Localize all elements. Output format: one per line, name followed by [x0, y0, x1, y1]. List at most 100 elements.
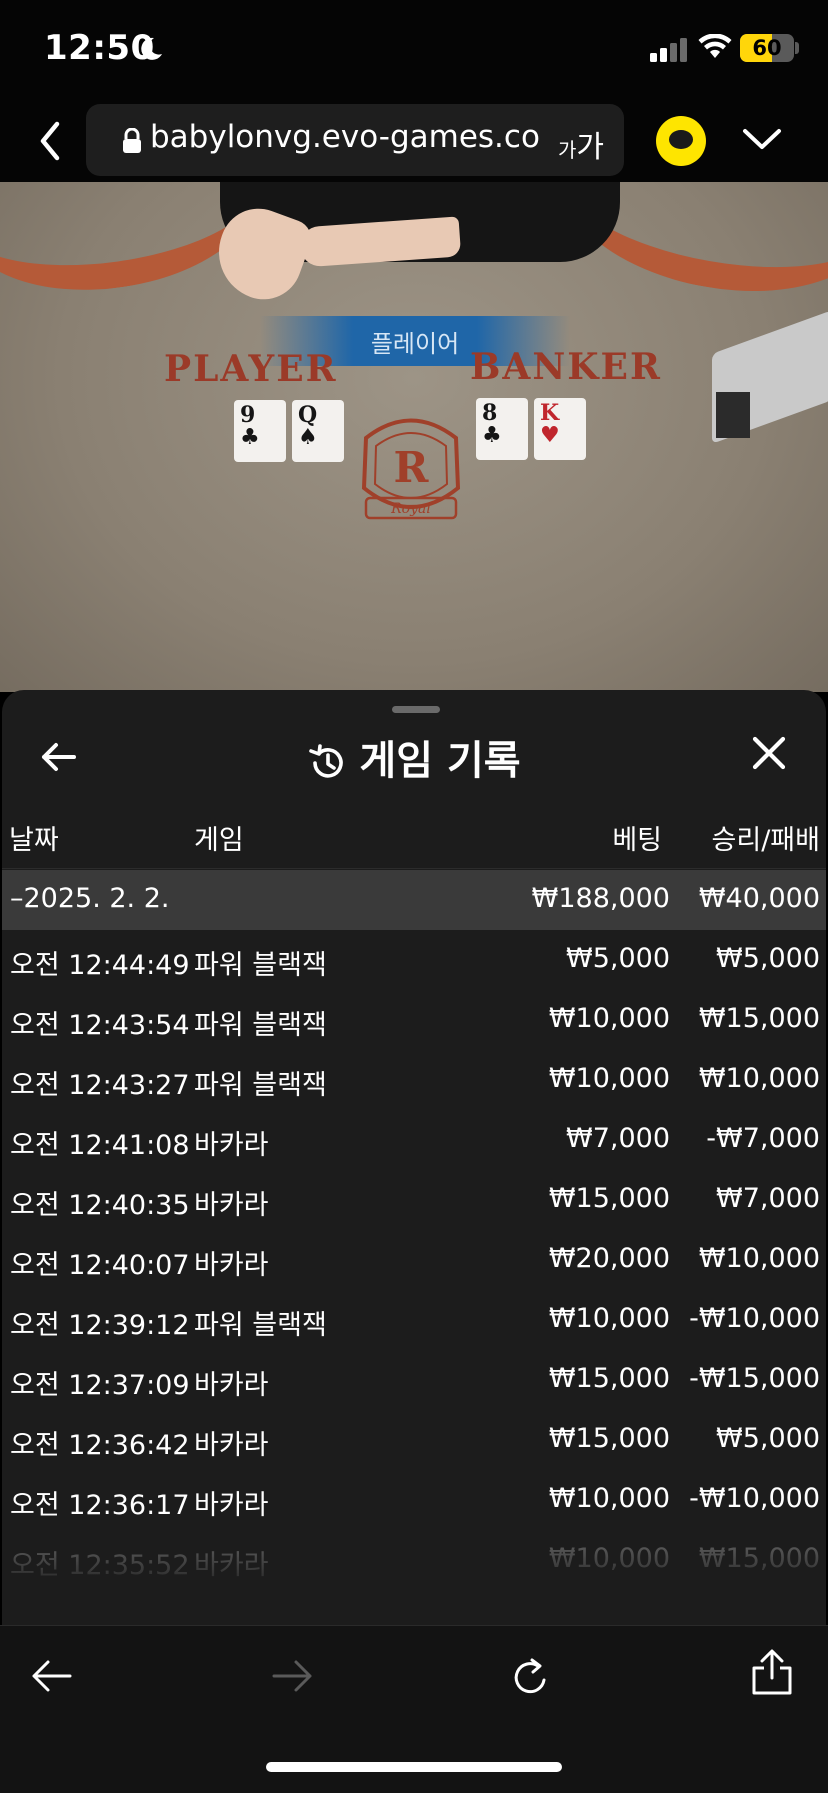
game-history-panel: 게임 기록 날짜 게임 베팅 승리/패배 –2025. 2. 2. ₩188,0… [2, 690, 826, 1625]
row-time: 오전 12:37:09 [10, 1370, 190, 1401]
playing-card: K ♥ [534, 398, 586, 460]
arrow-left-icon[interactable] [30, 1656, 74, 1696]
column-header-bet[interactable]: 베팅 [522, 818, 662, 857]
royal-logo: R Royal [361, 418, 461, 520]
text-size-button[interactable]: 가가 [558, 122, 604, 166]
row-time: 오전 12:40:35 [10, 1190, 190, 1221]
row-game: 바카라 [194, 1190, 269, 1221]
row-result: -₩15,000 [689, 1363, 820, 1394]
column-header-game[interactable]: 게임 [194, 818, 244, 857]
row-time: 오전 12:43:27 [10, 1070, 190, 1101]
row-game: 파워 블랙잭 [194, 1010, 327, 1041]
share-icon[interactable] [750, 1648, 794, 1696]
card-rank: 8 [482, 400, 498, 426]
table-row[interactable]: 오전 12:36:17 바카라 ₩10,000 -₩10,000 [2, 1470, 826, 1530]
battery-indicator: 60 [740, 34, 794, 62]
playing-card: 9 ♣ [234, 400, 286, 462]
row-result: -₩10,000 [689, 1483, 820, 1514]
date-group-label: –2025. 2. 2. [10, 883, 170, 914]
seal-letter: R [394, 443, 430, 492]
panel-title-text: 게임 기록 [359, 738, 521, 784]
table-row[interactable]: 오전 12:36:42 바카라 ₩15,000 ₩5,000 [2, 1410, 826, 1470]
card-suit: ♠ [298, 424, 318, 450]
card-rank: Q [298, 402, 318, 428]
table-row[interactable]: 오전 12:43:54 파워 블랙잭 ₩10,000 ₩15,000 [2, 990, 826, 1050]
table-row[interactable]: 오전 12:40:35 바카라 ₩15,000 ₩7,000 [2, 1170, 826, 1230]
row-game: 바카라 [194, 1490, 269, 1521]
live-game-video: 플레이어 PLAYER BANKER 9 ♣ Q ♠ 8 ♣ K ♥ R Royal [0, 182, 828, 692]
row-result: ₩15,000 [698, 1003, 820, 1034]
row-result: ₩10,000 [698, 1243, 820, 1274]
history-clock-icon [309, 744, 344, 778]
chevron-left-icon[interactable] [30, 116, 70, 166]
chevron-down-icon[interactable] [742, 126, 782, 152]
table-row[interactable]: 오전 12:43:27 파워 블랙잭 ₩10,000 ₩10,000 [2, 1050, 826, 1110]
url-text: babylonvg.evo-games.com [150, 119, 542, 155]
close-icon[interactable] [752, 736, 786, 770]
lock-icon [123, 128, 141, 153]
arrow-right-icon [272, 1660, 312, 1692]
kakaotalk-icon[interactable] [656, 116, 706, 166]
address-bar[interactable]: babylonvg.evo-games.com 가가 [86, 104, 624, 176]
text-size-large: 가 [576, 130, 605, 165]
row-result: ₩5,000 [716, 1423, 820, 1454]
row-result: ₩7,000 [716, 1183, 820, 1214]
wifi-icon [698, 34, 732, 58]
row-bet: ₩20,000 [548, 1243, 670, 1274]
card-rank: K [540, 400, 560, 426]
browser-address-row: babylonvg.evo-games.com 가가 [0, 100, 828, 182]
banker-label: BANKER [470, 346, 662, 388]
row-result: ₩5,000 [716, 943, 820, 974]
table-row[interactable]: 오전 12:41:08 바카라 ₩7,000 -₩7,000 [2, 1110, 826, 1170]
date-group-row[interactable]: –2025. 2. 2. ₩188,000 ₩40,000 [2, 870, 826, 930]
kakaotalk-bubble [669, 130, 693, 149]
row-game: 바카라 [194, 1370, 269, 1401]
card-rank: 9 [240, 402, 256, 428]
cellular-signal-icon [650, 38, 687, 62]
row-game: 바카라 [194, 1430, 269, 1461]
row-bet: ₩7,000 [566, 1123, 670, 1154]
table-row[interactable]: 오전 12:40:07 바카라 ₩20,000 ₩10,000 [2, 1230, 826, 1290]
row-time: 오전 12:44:49 [10, 950, 190, 981]
row-time: 오전 12:36:17 [10, 1490, 190, 1521]
row-time: 오전 12:41:08 [10, 1130, 190, 1161]
panel-title: 게임 기록 [2, 728, 826, 786]
table-row[interactable]: 오전 12:44:49 파워 블랙잭 ₩5,000 ₩5,000 [2, 930, 826, 990]
row-time: 오전 12:39:12 [10, 1310, 190, 1341]
home-indicator [266, 1762, 562, 1772]
status-bar: 12:50 60 [0, 0, 828, 100]
row-bet: ₩5,000 [566, 943, 670, 974]
table-row[interactable]: 오전 12:39:12 파워 블랙잭 ₩10,000 -₩10,000 [2, 1290, 826, 1350]
reload-icon[interactable] [508, 1656, 552, 1700]
sheet-grabber[interactable] [392, 706, 440, 713]
playing-card: 8 ♣ [476, 398, 528, 460]
row-game: 파워 블랙잭 [194, 950, 327, 981]
row-bet: ₩10,000 [548, 1483, 670, 1514]
row-game: 바카라 [194, 1250, 269, 1281]
battery-tip [795, 42, 799, 54]
row-result: -₩10,000 [689, 1303, 820, 1334]
card-shoe-slot [716, 392, 750, 438]
column-header-result[interactable]: 승리/패배 [662, 818, 820, 857]
row-bet: ₩15,000 [548, 1423, 670, 1454]
row-result: -₩7,000 [706, 1123, 820, 1154]
battery-percent: 60 [752, 36, 782, 60]
card-suit: ♣ [240, 424, 260, 450]
row-game: 파워 블랙잭 [194, 1310, 327, 1341]
card-suit: ♥ [540, 422, 560, 448]
column-header-date[interactable]: 날짜 [9, 818, 59, 857]
text-size-small: 가 [558, 138, 577, 162]
header-divider [2, 868, 826, 869]
row-time: 오전 12:36:42 [10, 1430, 190, 1461]
table-row[interactable]: 오전 12:37:09 바카라 ₩15,000 -₩15,000 [2, 1350, 826, 1410]
row-bet: ₩10,000 [548, 1063, 670, 1094]
player-label: PLAYER [164, 348, 338, 390]
row-time: 오전 12:40:07 [10, 1250, 190, 1281]
row-result: ₩10,000 [698, 1063, 820, 1094]
date-group-result-total: ₩40,000 [698, 883, 820, 914]
row-game: 파워 블랙잭 [194, 1070, 327, 1101]
seal-text: Royal [390, 501, 431, 517]
row-time: 오전 12:43:54 [10, 1010, 190, 1041]
date-group-bet-total: ₩188,000 [531, 883, 670, 914]
list-fade [2, 1530, 826, 1625]
